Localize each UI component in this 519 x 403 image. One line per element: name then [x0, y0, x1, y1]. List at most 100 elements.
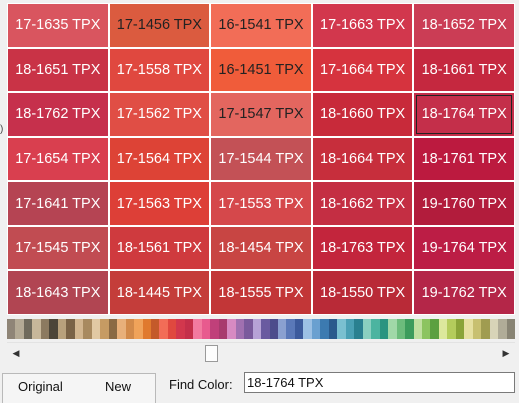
spectrum-color-chip[interactable] — [438, 319, 448, 339]
color-swatch[interactable]: 18-1660 TPX — [312, 93, 413, 136]
spectrum-color-chip[interactable] — [201, 319, 211, 339]
spectrum-color-chip[interactable] — [269, 319, 278, 339]
color-swatch[interactable]: 17-1547 TPX — [211, 93, 311, 136]
color-swatch[interactable]: 16-1451 TPX — [211, 48, 311, 92]
spectrum-color-chip[interactable] — [210, 319, 219, 339]
spectrum-color-chip[interactable] — [184, 319, 194, 339]
color-swatch[interactable]: 17-1562 TPX — [109, 93, 210, 136]
color-swatch[interactable]: 17-1558 TPX — [109, 48, 210, 92]
spectrum-color-chip[interactable] — [498, 319, 507, 339]
spectrum-color-chip[interactable] — [294, 319, 304, 339]
spectrum-color-chip[interactable] — [49, 319, 58, 339]
spectrum-color-chip[interactable] — [472, 319, 482, 339]
spectrum-color-chip[interactable] — [7, 319, 16, 339]
color-swatch[interactable]: 19-1760 TPX — [414, 182, 514, 225]
color-swatch[interactable]: 17-1553 TPX — [211, 182, 311, 225]
color-swatch[interactable]: 18-1652 TPX — [414, 4, 514, 47]
color-swatch[interactable]: 17-1635 TPX — [8, 4, 108, 47]
tab-new[interactable]: New — [105, 379, 131, 394]
spectrum-color-chip[interactable] — [396, 319, 406, 339]
spectrum-color-chip[interactable] — [176, 319, 185, 339]
spectrum-color-chip[interactable] — [108, 319, 118, 339]
spectrum-color-chip[interactable] — [430, 319, 439, 339]
spectrum-color-chip[interactable] — [193, 319, 202, 339]
spectrum-color-chip[interactable] — [150, 319, 160, 339]
scroll-left-icon[interactable]: ◀ — [8, 345, 24, 362]
spectrum-color-chip[interactable] — [252, 319, 262, 339]
spectrum-color-chip[interactable] — [57, 319, 67, 339]
spectrum-color-chip[interactable] — [40, 319, 50, 339]
color-swatch[interactable]: 17-1641 TPX — [8, 182, 108, 225]
spectrum-color-chip[interactable] — [117, 319, 126, 339]
spectrum-color-chip[interactable] — [142, 319, 151, 339]
spectrum-color-chip[interactable] — [379, 319, 389, 339]
spectrum-color-chip[interactable] — [235, 319, 245, 339]
spectrum-color-chip[interactable] — [345, 319, 355, 339]
spectrum-color-chip[interactable] — [328, 319, 338, 339]
spectrum-color-chip[interactable] — [311, 319, 321, 339]
spectrum-color-chip[interactable] — [100, 319, 109, 339]
color-swatch[interactable]: 17-1654 TPX — [8, 137, 108, 181]
color-swatch[interactable]: 19-1764 TPX — [414, 226, 514, 270]
spectrum-color-chip[interactable] — [218, 319, 228, 339]
color-swatch[interactable]: 18-1764 TPX — [414, 93, 514, 136]
spectrum-color-chip[interactable] — [405, 319, 414, 339]
spectrum-color-chip[interactable] — [83, 319, 92, 339]
color-spectrum-strip[interactable] — [7, 319, 515, 339]
spectrum-color-chip[interactable] — [447, 319, 456, 339]
spectrum-color-chip[interactable] — [15, 319, 24, 339]
color-swatch[interactable]: 17-1664 TPX — [312, 48, 413, 92]
color-swatch[interactable]: 19-1762 TPX — [414, 271, 514, 314]
spectrum-color-chip[interactable] — [278, 319, 287, 339]
color-swatch[interactable]: 18-1762 TPX — [8, 93, 108, 136]
color-swatch[interactable]: 18-1550 TPX — [312, 271, 413, 314]
spectrum-color-chip[interactable] — [261, 319, 270, 339]
spectrum-color-chip[interactable] — [134, 319, 143, 339]
spectrum-color-chip[interactable] — [32, 319, 41, 339]
scrollbar-thumb[interactable] — [205, 345, 218, 362]
spectrum-color-chip[interactable] — [489, 319, 499, 339]
color-swatch[interactable]: 17-1663 TPX — [312, 4, 413, 47]
spectrum-color-chip[interactable] — [413, 319, 422, 339]
spectrum-color-chip[interactable] — [244, 319, 253, 339]
color-swatch[interactable]: 18-1643 TPX — [8, 271, 108, 314]
color-swatch[interactable]: 17-1545 TPX — [8, 226, 108, 270]
tab-original[interactable]: Original — [18, 379, 63, 394]
spectrum-color-chip[interactable] — [91, 319, 101, 339]
color-swatch[interactable]: 17-1544 TPX — [211, 137, 311, 181]
spectrum-color-chip[interactable] — [388, 319, 397, 339]
color-swatch[interactable]: 17-1564 TPX — [109, 137, 210, 181]
find-color-input[interactable] — [244, 372, 515, 393]
spectrum-color-chip[interactable] — [337, 319, 346, 339]
spectrum-color-chip[interactable] — [506, 319, 515, 339]
color-swatch[interactable]: 16-1541 TPX — [211, 4, 311, 47]
color-swatch[interactable]: 18-1664 TPX — [312, 137, 413, 181]
spectrum-color-chip[interactable] — [74, 319, 84, 339]
spectrum-color-chip[interactable] — [421, 319, 431, 339]
spectrum-color-chip[interactable] — [320, 319, 329, 339]
scroll-right-icon[interactable]: ▶ — [498, 345, 514, 362]
color-swatch[interactable]: 18-1454 TPX — [211, 226, 311, 270]
spectrum-color-chip[interactable] — [159, 319, 168, 339]
color-swatch[interactable]: 17-1456 TPX — [109, 4, 210, 47]
spectrum-color-chip[interactable] — [227, 319, 236, 339]
color-swatch[interactable]: 18-1761 TPX — [414, 137, 514, 181]
color-swatch[interactable]: 18-1763 TPX — [312, 226, 413, 270]
color-swatch[interactable]: 18-1561 TPX — [109, 226, 210, 270]
spectrum-color-chip[interactable] — [362, 319, 372, 339]
spectrum-color-chip[interactable] — [455, 319, 465, 339]
spectrum-color-chip[interactable] — [167, 319, 177, 339]
spectrum-color-chip[interactable] — [354, 319, 363, 339]
color-swatch[interactable]: 18-1661 TPX — [414, 48, 514, 92]
spectrum-color-chip[interactable] — [481, 319, 490, 339]
color-swatch[interactable]: 18-1445 TPX — [109, 271, 210, 314]
spectrum-color-chip[interactable] — [125, 319, 135, 339]
color-swatch[interactable]: 18-1555 TPX — [211, 271, 311, 314]
spectrum-color-chip[interactable] — [66, 319, 75, 339]
spectrum-color-chip[interactable] — [23, 319, 33, 339]
spectrum-color-chip[interactable] — [286, 319, 295, 339]
color-swatch[interactable]: 18-1662 TPX — [312, 182, 413, 225]
color-swatch[interactable]: 18-1651 TPX — [8, 48, 108, 92]
spectrum-color-chip[interactable] — [303, 319, 312, 339]
spectrum-color-chip[interactable] — [371, 319, 380, 339]
